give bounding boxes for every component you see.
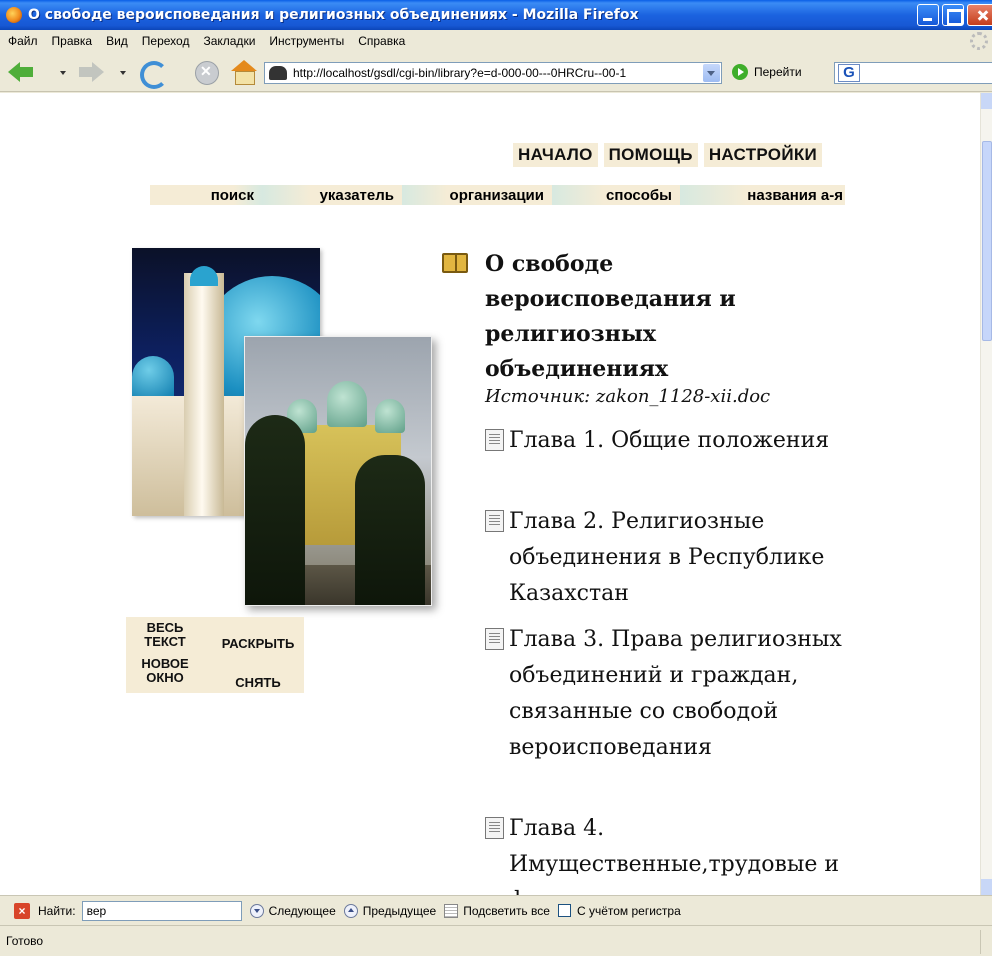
menu-edit[interactable]: Правка	[45, 34, 100, 48]
forward-arrow-icon[interactable]	[78, 60, 104, 84]
nav-preferences-link[interactable]: НАСТРОЙКИ	[703, 143, 823, 167]
highlight-icon	[444, 903, 459, 918]
document-buttons: ВЕСЬ ТЕКСТ РАСКРЫТЬ НОВОЕ ОКНО СНЯТЬ	[126, 617, 304, 693]
close-find-icon[interactable]: ×	[14, 902, 30, 919]
status-text: Готово	[6, 934, 44, 948]
document-title: О свободе вероисповедания и религиозных …	[485, 251, 736, 382]
menu-help[interactable]: Справка	[351, 34, 412, 48]
stop-icon[interactable]	[193, 60, 219, 85]
highlight-all-label: Подсветить все	[463, 903, 550, 918]
navigation-toolbar: http://localhost/gsdl/cgi-bin/library?e=…	[0, 52, 992, 92]
find-next-label: Следующее	[268, 903, 336, 918]
document-source: Источник: zakon_1128-xii.doc	[485, 386, 771, 407]
cathedral-photo	[244, 336, 432, 606]
back-arrow-icon[interactable]	[8, 60, 34, 84]
top-navigation: НАЧАЛО ПОМОЩЬ НАСТРОЙКИ	[513, 143, 823, 167]
status-bar: Готово	[0, 925, 992, 956]
search-box[interactable]: G	[834, 62, 992, 84]
find-input[interactable]: вер	[81, 900, 242, 921]
go-arrow-icon	[732, 64, 748, 80]
nav-help-link[interactable]: ПОМОЩЬ	[603, 143, 698, 167]
browser-window: О свободе вероисповедания и религиозных …	[0, 0, 992, 956]
chapter-link[interactable]: Глава 4. Имущественные,трудовые и финанс…	[485, 811, 885, 895]
down-arrow-icon	[249, 903, 264, 918]
chapter-title[interactable]: Глава 3. Права религиозных объединений и…	[485, 622, 885, 766]
match-case-label: С учётом регистра	[576, 903, 681, 918]
page-content: НАЧАЛО ПОМОЩЬ НАСТРОЙКИ поиск указатель …	[0, 93, 980, 895]
book-icon[interactable]	[442, 253, 468, 273]
chapter-link[interactable]: Глава 1. Общие положения	[485, 423, 885, 459]
site-identity-icon	[269, 66, 287, 80]
minimize-button[interactable]	[917, 4, 939, 26]
address-dropdown-button[interactable]	[703, 64, 720, 82]
resize-grip[interactable]	[980, 930, 992, 954]
home-icon[interactable]	[230, 60, 258, 85]
menu-tools[interactable]: Инструменты	[262, 34, 351, 48]
chapter-title[interactable]: Глава 4. Имущественные,трудовые и финанс…	[485, 811, 885, 895]
detach-button[interactable]: СНЯТЬ	[212, 676, 304, 690]
find-label: Найти:	[38, 903, 76, 918]
find-previous-button[interactable]: Предыдущее	[343, 903, 437, 918]
menu-view[interactable]: Вид	[99, 34, 135, 48]
full-text-button[interactable]: ВЕСЬ ТЕКСТ	[140, 621, 190, 649]
chapter-title[interactable]: Глава 1. Общие положения	[485, 423, 885, 459]
title-bar: О свободе вероисповедания и религиозных …	[0, 0, 992, 30]
page-icon[interactable]	[485, 429, 504, 451]
menu-bookmarks[interactable]: Закладки	[196, 34, 262, 48]
close-window-button[interactable]	[967, 4, 992, 26]
vertical-scrollbar[interactable]	[980, 93, 992, 895]
go-button[interactable]: Перейти	[732, 64, 802, 80]
tab-index[interactable]: указатель	[262, 185, 402, 205]
address-bar[interactable]: http://localhost/gsdl/cgi-bin/library?e=…	[264, 62, 722, 84]
go-label: Перейти	[754, 65, 802, 79]
find-bar: × Найти: вер Следующее Предыдущее Подсве…	[0, 895, 992, 925]
tab-search[interactable]: поиск	[150, 185, 262, 205]
scroll-thumb[interactable]	[982, 141, 992, 341]
tab-titles-a-z[interactable]: названия а-я	[680, 185, 845, 205]
reload-icon[interactable]	[138, 60, 168, 89]
maximize-button[interactable]	[942, 4, 964, 26]
menu-bar: Файл Правка Вид Переход Закладки Инструм…	[0, 30, 992, 52]
scroll-down-icon[interactable]	[981, 879, 992, 895]
chapter-link[interactable]: Глава 2. Религиозные объединения в Респу…	[485, 504, 885, 612]
address-url[interactable]: http://localhost/gsdl/cgi-bin/library?e=…	[293, 66, 626, 80]
menu-go[interactable]: Переход	[135, 34, 197, 48]
expand-button[interactable]: РАСКРЫТЬ	[212, 637, 304, 651]
chapter-link[interactable]: Глава 3. Права религиозных объединений и…	[485, 622, 885, 766]
firefox-icon	[6, 7, 22, 23]
new-window-button[interactable]: НОВОЕ ОКНО	[140, 657, 190, 685]
match-case-checkbox[interactable]: С учётом регистра	[557, 903, 681, 918]
up-arrow-icon	[343, 903, 358, 918]
find-next-button[interactable]: Следующее	[249, 903, 336, 918]
nav-home-link[interactable]: НАЧАЛО	[513, 143, 598, 167]
page-icon[interactable]	[485, 628, 504, 650]
find-previous-label: Предыдущее	[362, 903, 437, 918]
page-icon[interactable]	[485, 510, 504, 532]
menu-file[interactable]: Файл	[0, 34, 45, 48]
chapter-title[interactable]: Глава 2. Религиозные объединения в Респу…	[485, 504, 885, 612]
back-history-dropdown-icon[interactable]	[60, 71, 66, 75]
scroll-up-icon[interactable]	[981, 93, 992, 109]
forward-history-dropdown-icon[interactable]	[120, 71, 126, 75]
browse-tabs: поиск указатель организации способы назв…	[150, 185, 845, 205]
tab-methods[interactable]: способы	[552, 185, 680, 205]
google-icon[interactable]: G	[838, 64, 860, 82]
throbber-icon	[970, 32, 988, 50]
page-icon[interactable]	[485, 817, 504, 839]
window-title: О свободе вероисповедания и религиозных …	[28, 7, 639, 23]
highlight-all-button[interactable]: Подсветить все	[444, 903, 550, 918]
tab-organizations[interactable]: организации	[402, 185, 552, 205]
checkbox-icon[interactable]	[557, 904, 571, 917]
